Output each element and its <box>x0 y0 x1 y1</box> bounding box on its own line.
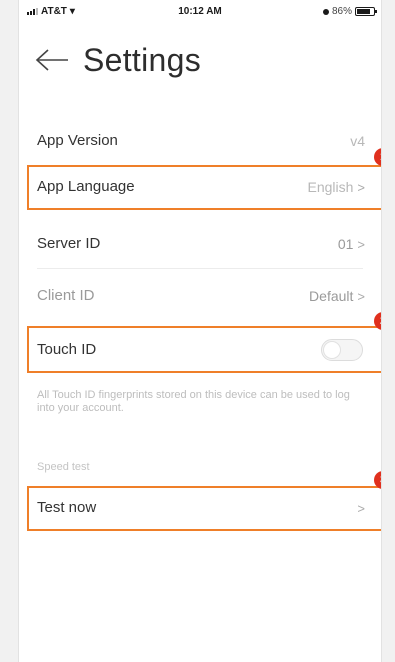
highlight-box-touch-id <box>27 326 381 373</box>
app-version-label: App Version <box>37 132 118 149</box>
back-arrow-icon[interactable] <box>35 48 69 72</box>
client-id-label: Client ID <box>37 287 95 304</box>
chevron-right-icon: > <box>357 237 365 252</box>
server-id-value-wrap: 01 > <box>338 224 365 265</box>
app-version-row: App Version v4 <box>27 121 373 161</box>
server-id-label: Server ID <box>37 235 101 252</box>
highlight-box-test-now <box>27 486 381 531</box>
speed-test-section-label: Speed test <box>37 461 90 473</box>
divider <box>37 268 363 269</box>
page-title: Settings <box>83 41 202 78</box>
app-version-value: v4 <box>350 133 365 149</box>
marker-badge-1: 1 <box>374 148 381 166</box>
highlight-box-app-language <box>27 165 381 210</box>
server-id-row[interactable]: Server ID 01 > <box>27 224 373 264</box>
header: Settings <box>35 38 201 82</box>
touch-id-note: All Touch ID fingerprints stored on this… <box>37 389 350 414</box>
client-id-value-wrap: Default > <box>309 276 365 317</box>
client-id-value: Default <box>309 288 354 304</box>
status-bar: AT&T ▾ 10:12 AM 86% <box>19 0 381 22</box>
client-id-row[interactable]: Client ID Default > <box>27 276 373 316</box>
chevron-right-icon: > <box>357 289 365 304</box>
alarm-icon <box>322 8 329 15</box>
phone-screen: AT&T ▾ 10:12 AM 86% Settings App Version… <box>18 0 382 662</box>
status-right: 86% <box>322 6 377 17</box>
server-id-value: 01 <box>337 236 354 252</box>
battery-percentage: 86% <box>331 6 352 17</box>
battery-icon <box>355 7 377 16</box>
